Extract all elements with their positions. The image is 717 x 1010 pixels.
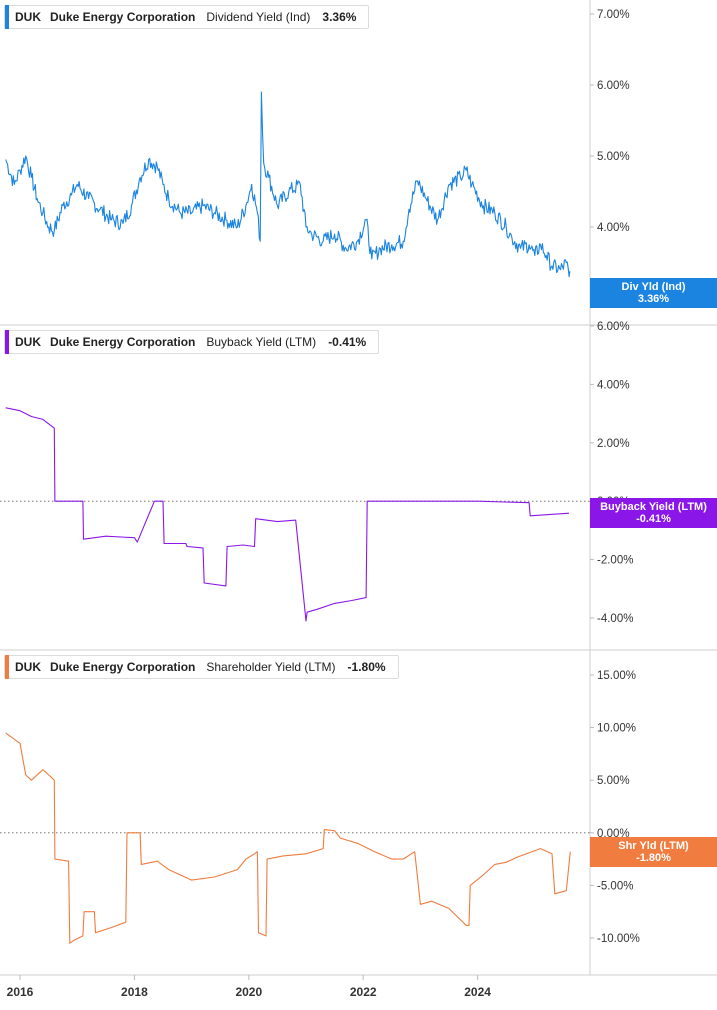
legend-ticker: DUK xyxy=(15,660,41,674)
y-tick-label: 2.00% xyxy=(597,438,630,450)
y-tick-label: 15.00% xyxy=(597,670,636,682)
y-tick-label: 6.00% xyxy=(597,321,630,333)
badge-value: -0.41% xyxy=(636,513,671,525)
x-tick-label: 2024 xyxy=(464,985,491,999)
legend-company: Duke Energy Corporation xyxy=(50,335,196,349)
chart-stage: 7.00%6.00%5.00%4.00%6.00%4.00%2.00%0.00%… xyxy=(0,0,717,1005)
y-tick-label: -5.00% xyxy=(597,880,633,892)
legend-buyback-yield[interactable]: DUK Duke Energy Corporation Buyback Yiel… xyxy=(4,330,380,354)
y-tick-label: 5.00% xyxy=(597,775,630,787)
y-tick-label: 7.00% xyxy=(597,9,630,21)
series-swatch xyxy=(5,655,9,679)
value-badge-shareholder: Shr Yld (LTM) -1.80% xyxy=(590,837,717,867)
legend-ticker: DUK xyxy=(15,335,41,349)
series-swatch xyxy=(5,5,9,29)
x-tick-label: 2018 xyxy=(121,985,148,999)
legend-value: 3.36% xyxy=(322,10,357,24)
x-tick-label: 2022 xyxy=(350,985,377,999)
value-badge-buyback: Buyback Yield (LTM) -0.41% xyxy=(590,498,717,528)
legend-value: -1.80% xyxy=(347,660,386,674)
legend-value: -0.41% xyxy=(328,335,367,349)
y-tick-label: -4.00% xyxy=(597,613,633,625)
y-tick-label: -10.00% xyxy=(597,933,640,945)
legend-ticker: DUK xyxy=(15,10,41,24)
legend-shareholder-yield[interactable]: DUK Duke Energy Corporation Shareholder … xyxy=(4,655,399,679)
legend-company: Duke Energy Corporation xyxy=(50,10,196,24)
legend-metric: Dividend Yield (Ind) xyxy=(206,10,311,24)
legend-dividend-yield[interactable]: DUK Duke Energy Corporation Dividend Yie… xyxy=(4,5,370,29)
y-tick-label: 5.00% xyxy=(597,151,630,163)
badge-label: Shr Yld (LTM) xyxy=(618,840,689,852)
badge-label: Buyback Yield (LTM) xyxy=(600,501,707,513)
legend-metric: Shareholder Yield (LTM) xyxy=(206,660,336,674)
value-badge-dividend: Div Yld (Ind) 3.36% xyxy=(590,278,717,308)
badge-label: Div Yld (Ind) xyxy=(621,281,686,293)
y-tick-label: 10.00% xyxy=(597,723,636,735)
y-tick-label: 6.00% xyxy=(597,80,630,92)
y-tick-label: 4.00% xyxy=(597,222,630,234)
badge-value: -1.80% xyxy=(636,852,671,864)
badge-value: 3.36% xyxy=(637,293,670,305)
y-tick-label: 4.00% xyxy=(597,379,630,391)
y-tick-label: -2.00% xyxy=(597,555,633,567)
series-line-shr xyxy=(5,732,571,944)
x-tick-label: 2020 xyxy=(235,985,262,999)
series-swatch xyxy=(5,330,9,354)
x-tick-label: 2016 xyxy=(7,985,34,999)
series-line-div xyxy=(5,91,571,278)
legend-company: Duke Energy Corporation xyxy=(50,660,196,674)
series-line-buy xyxy=(5,407,570,622)
legend-metric: Buyback Yield (LTM) xyxy=(206,335,317,349)
